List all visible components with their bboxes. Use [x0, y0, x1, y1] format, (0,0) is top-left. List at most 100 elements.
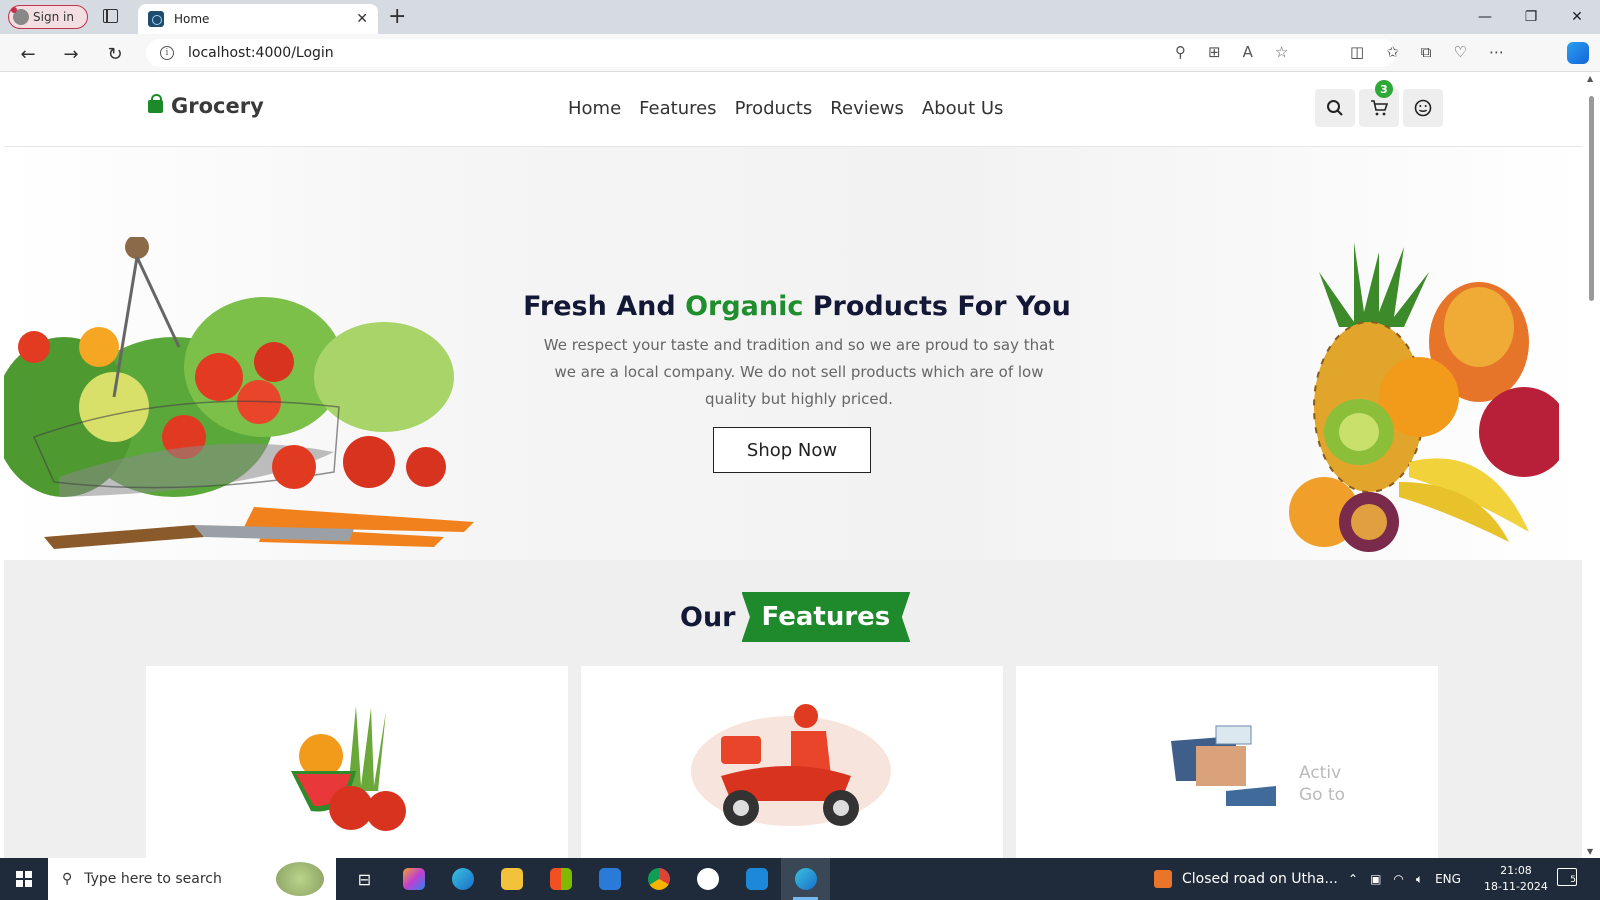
taskbar-search[interactable]: ⚲ Type here to search	[48, 858, 336, 900]
favorites-icon[interactable]: ✩	[1386, 43, 1399, 61]
tab-actions-icon[interactable]	[103, 9, 118, 23]
cart-button[interactable]: 3	[1359, 80, 1399, 127]
volume-icon[interactable]: 🔈︎	[1416, 872, 1423, 887]
watermark-line1: Activ	[1299, 763, 1342, 783]
more-menu-icon[interactable]: ⋯	[1489, 43, 1504, 61]
hero-section: Fresh And Organic Products For You We re…	[4, 147, 1582, 560]
address-bar-row: ← → ↻ i localhost:4000/Login ⚲ ⊞ A ☆ ◫ ✩…	[0, 34, 1600, 72]
url-tools: ⚲ ⊞ A ☆	[1175, 43, 1288, 61]
nav-reviews[interactable]: Reviews	[830, 98, 904, 119]
scroll-up-icon[interactable]: ▲	[1587, 74, 1593, 83]
read-aloud-icon[interactable]: A	[1243, 43, 1253, 61]
vegetable-basket-image	[4, 237, 474, 549]
scroll-thumb[interactable]	[1589, 96, 1594, 301]
favorite-star-icon[interactable]: ☆	[1275, 43, 1288, 61]
scroll-down-icon[interactable]: ▼	[1587, 847, 1593, 856]
shopping-bag-icon	[148, 93, 163, 113]
search-button[interactable]	[1315, 89, 1355, 127]
delivery-scooter-image	[691, 704, 891, 826]
restore-button[interactable]: ❐	[1508, 0, 1554, 34]
nav-about-us[interactable]: About Us	[922, 98, 1004, 119]
page-scrollbar[interactable]: ▲ ▼	[1582, 72, 1600, 858]
app-available-icon[interactable]: ⊞	[1208, 43, 1221, 61]
news-text: Closed road on Utha...	[1182, 871, 1338, 887]
watermark-line2: Go to	[1299, 785, 1346, 805]
edge-app-icon[interactable]	[438, 858, 487, 900]
nav-features[interactable]: Features	[639, 98, 716, 119]
nav-products[interactable]: Products	[735, 98, 813, 119]
hero-title: Fresh And Organic Products For You	[4, 291, 1582, 322]
taskbar-search-placeholder: Type here to search	[84, 871, 222, 887]
tab-title: Home	[174, 12, 210, 26]
feature-card-payment	[1016, 666, 1438, 858]
sign-in-button[interactable]: Sign in	[8, 5, 88, 29]
task-view-icon[interactable]: ⊟	[340, 858, 389, 900]
hero-title-part2: Products For You	[803, 291, 1071, 322]
notification-center-icon[interactable]: 5	[1557, 868, 1577, 886]
browser-essentials-icon[interactable]: ♡	[1453, 43, 1466, 61]
hero-title-highlight: Organic	[685, 291, 804, 322]
close-window-button[interactable]: ✕	[1554, 0, 1600, 34]
split-screen-icon[interactable]: ◫	[1350, 43, 1364, 61]
profile-icon	[11, 7, 29, 25]
shop-now-button[interactable]: Shop Now	[713, 427, 871, 473]
hero-title-part1: Fresh And	[523, 291, 686, 322]
features-heading-prefix: Our	[680, 601, 736, 633]
system-tray: ⌃ ▣ ◠ 🔈︎ ENG	[1348, 858, 1461, 900]
copilot-app-icon[interactable]	[389, 858, 438, 900]
show-hidden-icons-icon[interactable]: ⌃	[1348, 872, 1358, 886]
password-key-icon[interactable]: ⚲	[1175, 43, 1186, 61]
browser-toolbar: ◫ ✩ ⧉ ♡ ⋯	[1350, 43, 1504, 61]
start-button[interactable]	[0, 858, 48, 900]
features-heading-tag: Features	[741, 592, 911, 642]
mongodb-compass-icon[interactable]	[683, 858, 732, 900]
feature-card-fresh	[146, 666, 568, 858]
meet-now-icon[interactable]: ▣	[1370, 872, 1381, 886]
browser-tab[interactable]: Home ✕	[138, 4, 378, 34]
vscode-app-icon[interactable]	[732, 858, 781, 900]
collections-icon[interactable]: ⧉	[1421, 43, 1432, 61]
forward-icon[interactable]: →	[60, 43, 82, 65]
new-tab-button[interactable]: +	[388, 4, 406, 29]
window-controls: — ❐ ✕	[1462, 0, 1600, 34]
refresh-icon[interactable]: ↻	[104, 43, 126, 65]
main-nav: Home Features Products Reviews About Us	[568, 98, 1003, 119]
minimize-button[interactable]: —	[1462, 0, 1508, 34]
site-logo[interactable]: Grocery	[148, 93, 264, 118]
windows-taskbar: ⚲ Type here to search ⊟ Closed road on U…	[0, 858, 1600, 900]
clock-date: 18-11-2024	[1484, 880, 1548, 893]
file-explorer-icon[interactable]	[487, 858, 536, 900]
activation-watermark: Activ Go to	[1299, 762, 1345, 806]
features-section: Our Features	[4, 560, 1582, 858]
taskbar-apps: ⊟	[340, 858, 830, 900]
road-closure-icon	[1154, 870, 1172, 888]
account-button[interactable]	[1403, 89, 1443, 127]
page-viewport: Grocery Home Features Products Reviews A…	[4, 72, 1582, 858]
language-indicator[interactable]: ENG	[1435, 872, 1461, 886]
smiley-user-icon	[1414, 99, 1432, 117]
back-icon[interactable]: ←	[17, 43, 39, 65]
search-icon	[1327, 100, 1343, 116]
edge-active-app-icon[interactable]	[781, 858, 830, 900]
mail-app-icon[interactable]	[585, 858, 634, 900]
logo-text: Grocery	[171, 94, 264, 118]
taskbar-clock[interactable]: 21:08 18-11-2024	[1484, 863, 1548, 895]
url-text: localhost:4000/Login	[188, 45, 334, 61]
site-header: Grocery Home Features Products Reviews A…	[4, 72, 1582, 147]
cart-icon	[1371, 100, 1388, 116]
tab-close-icon[interactable]: ✕	[356, 11, 368, 27]
feature-card-delivery	[581, 666, 1003, 858]
react-favicon-icon	[148, 11, 164, 27]
microsoft-store-icon[interactable]	[536, 858, 585, 900]
hero-description: We respect your taste and tradition and …	[543, 336, 1055, 408]
clock-time: 21:08	[1500, 864, 1532, 877]
nav-home[interactable]: Home	[568, 98, 621, 119]
site-info-icon[interactable]: i	[160, 46, 174, 60]
windows-logo-icon	[16, 871, 32, 887]
browser-tab-bar: Sign in Home ✕ + — ❐ ✕	[0, 0, 1600, 34]
chrome-app-icon[interactable]	[634, 858, 683, 900]
taskbar-news-widget[interactable]: Closed road on Utha...	[1154, 858, 1338, 900]
features-heading: Our Features	[680, 592, 911, 642]
wifi-icon[interactable]: ◠	[1393, 872, 1403, 886]
copilot-icon[interactable]	[1567, 42, 1589, 64]
